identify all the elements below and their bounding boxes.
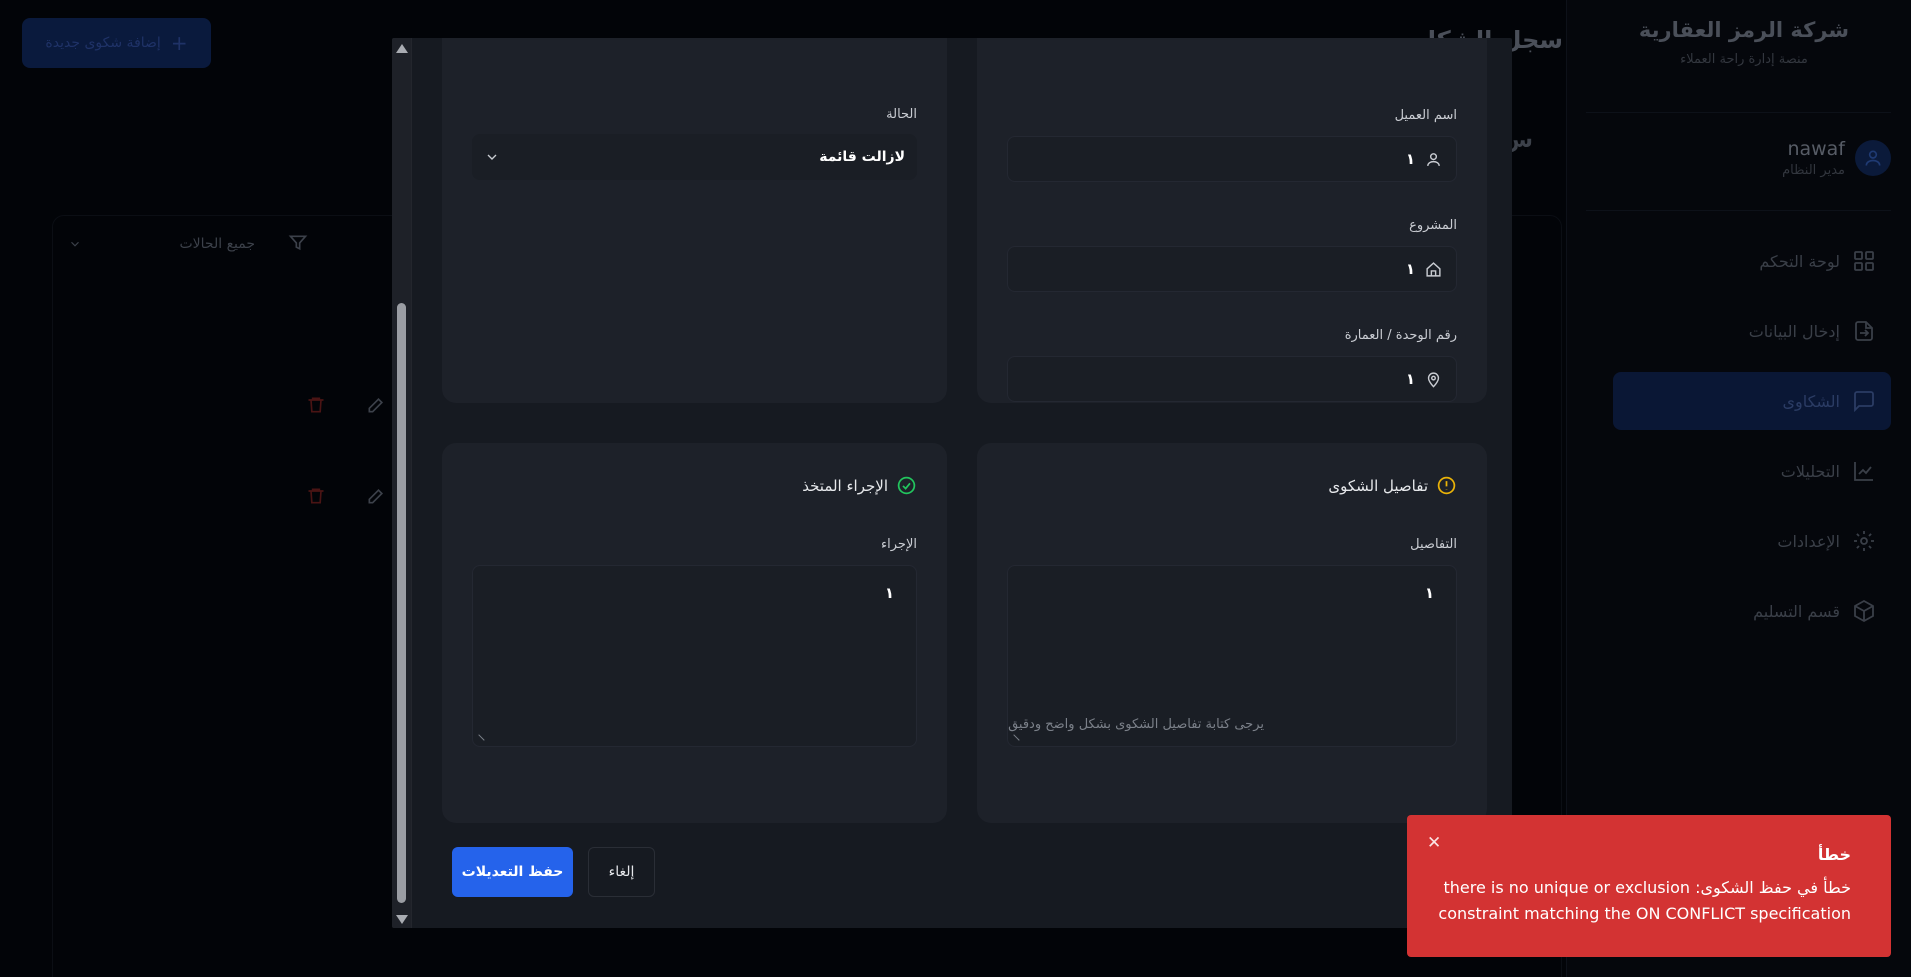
resize-handle[interactable] [473,734,485,746]
sidebar-item-label: التحليلات [1780,461,1840,481]
details-textarea[interactable]: ١ يرجى كتابة تفاصيل الشكوى بشكل واضح ودق… [1007,565,1457,747]
add-complaint-label: إضافة شكوى جديدة [45,35,161,51]
edit-icon[interactable] [366,395,386,415]
scrollbar[interactable] [392,38,412,928]
filter-icon[interactable] [288,233,308,253]
sidebar-item-settings[interactable]: الإعدادات [1613,512,1891,570]
table-row [306,486,386,506]
resize-handle[interactable] [1008,734,1020,746]
toast-message: خطأ في حفظ الشكوى: there is no unique or… [1438,878,1851,923]
status-label: الحالة [886,107,917,122]
table-row [306,395,386,415]
avatar [1855,140,1891,176]
user-name: nawaf [1787,138,1845,160]
user-icon [1427,152,1440,166]
sidebar-item-analytics[interactable]: التحليلات [1613,442,1891,500]
project-label: المشروع [1409,218,1457,233]
sidebar-nav: لوحة التحكم إدخال البيانات الشكاوى التحل… [1613,232,1891,652]
complaint-details-header: تفاصيل الشكوى [1328,475,1457,496]
status-filter-select[interactable]: جميع الحالات [54,222,269,266]
client-name-field[interactable]: ١ [1007,136,1457,182]
sidebar-item-label: إدخال البيانات [1748,321,1840,341]
user-icon [1865,150,1881,166]
check-circle-icon [897,476,916,495]
add-complaint-button[interactable]: + إضافة شكوى جديدة [22,18,211,68]
divider [1586,210,1891,211]
error-toast: ✕ خطأ خطأ في حفظ الشكوى: there is no uni… [1407,815,1891,957]
sidebar-item-delivery[interactable]: قسم التسليم [1613,582,1891,640]
details-hint: يرجى كتابة تفاصيل الشكوى بشكل واضح ودقيق [1008,717,1264,732]
details-label: التفاصيل [1410,537,1457,552]
sidebar-item-label: لوحة التحكم [1759,251,1840,271]
edit-complaint-modal: اسم العميل ١ المشروع ١ رقم الوحدة / العم… [392,38,1512,928]
toast-title: خطأ [1817,845,1851,864]
client-name-value: ١ [1405,150,1415,168]
chart-icon [1854,462,1873,481]
delete-icon[interactable] [306,486,326,506]
plus-icon: + [170,31,188,55]
client-info-card: اسم العميل ١ المشروع ١ رقم الوحدة / العم… [977,38,1487,403]
unit-value: ١ [1405,370,1415,388]
edit-icon[interactable] [366,486,386,506]
chevron-down-icon [71,241,79,247]
client-name-label: اسم العميل [1394,108,1457,123]
action-label: الإجراء [881,537,917,552]
delete-icon[interactable] [306,395,326,415]
project-value: ١ [1405,260,1415,278]
cancel-button[interactable]: إلغاء [588,847,655,897]
gear-icon [1854,531,1874,551]
scrollbar-thumb[interactable] [397,303,406,903]
alert-circle-icon [1437,476,1456,495]
scroll-up-arrow[interactable] [396,44,408,53]
status-value: لازالت قائمة [819,149,905,165]
location-pin-icon [1427,371,1440,388]
sidebar-item-data-entry[interactable]: إدخال البيانات [1613,302,1891,360]
status-select[interactable]: لازالت قائمة [472,134,917,180]
divider [1586,112,1891,113]
brand: شركة الرمز العقارية منصة إدارة راحة العم… [1619,18,1869,67]
action-value: ١ [884,584,894,602]
sidebar-item-complaints[interactable]: الشكاوى [1613,372,1891,430]
package-icon [1854,599,1874,623]
scroll-down-arrow[interactable] [396,915,408,924]
brand-title: شركة الرمز العقارية [1638,18,1850,42]
action-textarea[interactable]: ١ [472,565,917,747]
user-profile[interactable]: nawaf مدير النظام [1782,138,1891,178]
message-icon [1854,391,1874,413]
file-import-icon [1855,321,1873,341]
complaint-details-card: تفاصيل الشكوى التفاصيل ١ يرجى كتابة تفاص… [977,443,1487,823]
sidebar-item-dashboard[interactable]: لوحة التحكم [1613,232,1891,290]
close-icon[interactable]: ✕ [1427,833,1441,853]
status-card: الحالة لازالت قائمة [442,38,947,403]
action-taken-card: الإجراء المتخذ الإجراء ١ [442,443,947,823]
sidebar-item-label: الإعدادات [1777,531,1840,551]
sidebar-item-label: الشكاوى [1782,391,1840,411]
status-filter-value: جميع الحالات [179,236,256,252]
details-value: ١ [1424,584,1434,602]
action-taken-header: الإجراء المتخذ [802,475,917,496]
sidebar-item-label: قسم التسليم [1753,601,1840,621]
unit-label: رقم الوحدة / العمارة [1344,328,1457,343]
unit-field[interactable]: ١ [1007,356,1457,402]
brand-subtitle: منصة إدارة راحة العملاء [1680,52,1808,67]
save-button[interactable]: حفظ التعديلات [452,847,573,897]
project-field[interactable]: ١ [1007,246,1457,292]
user-role: مدير النظام [1782,163,1845,178]
chevron-down-icon [487,154,497,160]
home-icon [1426,261,1441,277]
complaint-details-title: تفاصيل الشكوى [1328,476,1428,495]
action-taken-title: الإجراء المتخذ [802,476,888,495]
dashboard-icon [1854,251,1874,271]
